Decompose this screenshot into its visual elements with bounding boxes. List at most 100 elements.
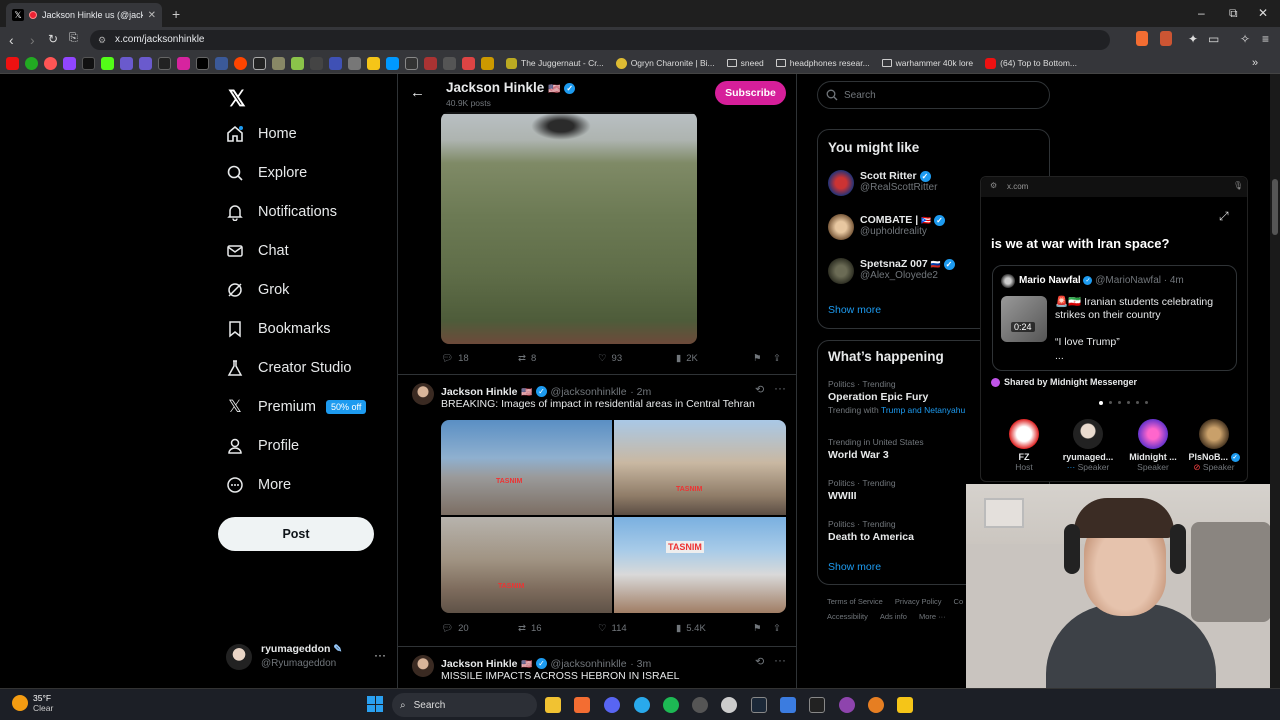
file-explorer-icon[interactable]	[545, 697, 561, 713]
nav-creator-studio[interactable]: Creator Studio	[226, 359, 352, 377]
weather-widget[interactable]: 35°F Clear	[12, 693, 53, 713]
youtube-bookmark-icon[interactable]	[6, 56, 19, 70]
views-button[interactable]: ▮ 5.4K	[676, 623, 706, 634]
s-bookmark-icon[interactable]	[253, 56, 266, 70]
footer-link[interactable]: Privacy Policy	[895, 597, 942, 606]
scrollbar-thumb[interactable]	[1272, 179, 1278, 235]
pinned-post[interactable]: Mario Nawfal ✓ @MarioNawfal · 4m 0:24 🚨🇮…	[992, 265, 1237, 371]
trend-item[interactable]: Politics · Trending Death to America	[828, 519, 914, 543]
browser-tab[interactable]: 𝕏 Jackson Hinkle us (@jacksonhi ✕	[6, 3, 162, 27]
expand-icon[interactable]: ⤢	[1219, 209, 1229, 224]
rose-bookmark-icon[interactable]	[462, 56, 475, 70]
footer-link[interactable]: Terms of Service	[827, 597, 883, 606]
grok-analyze-icon[interactable]: ⟲	[755, 383, 764, 396]
share-icon[interactable]: ⇪	[773, 623, 781, 634]
tweet-image-4[interactable]: TASNIM	[614, 517, 786, 613]
footer-link[interactable]: More ···	[919, 612, 946, 621]
nav-explore[interactable]: Explore	[226, 164, 307, 182]
purple-app-icon[interactable]	[839, 697, 855, 713]
repost-button[interactable]: ⇄ 8	[518, 353, 536, 364]
taskbar-search[interactable]: ⌕ Search	[392, 693, 537, 717]
blue-bookmark-icon[interactable]	[329, 56, 342, 70]
site-info-icon[interactable]: ⚙	[98, 30, 106, 50]
chatgpt-icon[interactable]	[721, 697, 737, 713]
suggestion-spetsnaz[interactable]: SpetsnaZ 007 🇷🇺 ✓ @Alex_Oloyede2	[828, 258, 955, 284]
views-button[interactable]: ▮ 2K	[676, 353, 698, 364]
footer-link[interactable]: Accessibility	[827, 612, 868, 621]
game2-bookmark-icon[interactable]	[272, 56, 285, 70]
windows-start-icon[interactable]	[367, 696, 383, 712]
trend-item[interactable]: Trending in United States World War 3	[828, 437, 924, 461]
p2b-bookmark-icon[interactable]	[139, 56, 152, 70]
trend-item[interactable]: Politics · Trending WWIII	[828, 478, 896, 502]
nav-premium[interactable]: 𝕏 Premium 50% off	[226, 397, 367, 416]
brave-rewards-icon[interactable]	[1160, 31, 1172, 46]
yellow-app-icon[interactable]	[897, 697, 913, 713]
author-avatar[interactable]	[412, 383, 434, 405]
tweet-image-3[interactable]: TASNIM	[441, 517, 612, 613]
carousel-dot[interactable]	[1145, 401, 1148, 404]
trend-item[interactable]: Politics · Trending Operation Epic Fury …	[828, 379, 965, 415]
bookmark-page-icon[interactable]: ⎘	[69, 32, 78, 45]
leo-icon[interactable]: ✧	[1240, 32, 1250, 46]
app-icon[interactable]	[780, 697, 796, 713]
discord-icon[interactable]	[604, 697, 620, 713]
facebook-bookmark-icon[interactable]	[215, 56, 228, 70]
nav-chat[interactable]: Chat	[226, 242, 289, 260]
bookmark-top-to-bottom[interactable]: (64) Top to Bottom...	[985, 57, 1077, 69]
like-button[interactable]: ♡ 93	[598, 353, 622, 364]
chat-bookmark-icon[interactable]	[405, 56, 418, 70]
grid-bookmark-icon[interactable]	[348, 56, 361, 70]
like-button[interactable]: ♡ 114	[598, 623, 627, 634]
carousel-dot[interactable]	[1127, 401, 1130, 404]
sidebar-icon[interactable]: ▭	[1208, 32, 1219, 46]
nav-grok[interactable]: Grok	[226, 281, 289, 299]
cyan-bookmark-icon[interactable]	[386, 56, 399, 70]
show-more-link[interactable]: Show more	[828, 561, 881, 573]
brave-shield-icon[interactable]	[1136, 31, 1148, 46]
tweet-image-hillside[interactable]	[441, 112, 697, 344]
footer-link[interactable]: Ads info	[880, 612, 907, 621]
search-input[interactable]: Search	[817, 81, 1050, 109]
restore-icon[interactable]: ⧉	[1229, 6, 1238, 21]
url-field[interactable]: ⚙ x.com/jacksonhinkle	[90, 30, 1110, 50]
speaker[interactable]: FZ Host	[995, 419, 1053, 472]
reload-icon[interactable]: ↻	[48, 32, 58, 46]
close-tab-icon[interactable]: ✕	[148, 10, 156, 21]
bookmark-tweet-icon[interactable]: ⚑	[753, 353, 762, 364]
nav-notifications[interactable]: Notifications	[226, 203, 337, 221]
author-avatar[interactable]	[412, 655, 434, 677]
menu-icon[interactable]: ≡	[1262, 32, 1269, 46]
suggestion-scott-ritter[interactable]: Scott Ritter ✓ @RealScottRitter	[828, 170, 937, 196]
grok-analyze-icon[interactable]: ⟲	[755, 655, 764, 668]
speaker[interactable]: ryumaged... ··· Speaker	[1053, 419, 1123, 472]
repost-button[interactable]: ⇄ 16	[518, 623, 542, 634]
grey-bookmark-icon[interactable]	[310, 56, 323, 70]
x-bookmark-icon[interactable]	[196, 56, 209, 70]
instagram-bookmark-icon[interactable]	[177, 56, 190, 70]
game-bookmark-icon[interactable]	[44, 56, 57, 70]
carousel-dot[interactable]	[1118, 401, 1121, 404]
tweet-image-2[interactable]: TASNIM	[614, 420, 786, 515]
gold-bookmark-icon[interactable]	[481, 56, 494, 70]
new-tab-button[interactable]: +	[172, 6, 180, 22]
nav-home[interactable]: Home	[226, 125, 297, 143]
kick-bookmark-icon[interactable]	[101, 56, 114, 70]
speaker[interactable]: PlsNoB... ✓ ⊘ Speaker	[1183, 419, 1245, 473]
post-button[interactable]: Post	[218, 517, 374, 551]
p2-bookmark-icon[interactable]	[120, 56, 133, 70]
bookmark-folder-warhammer[interactable]: warhammer 40k lore	[881, 58, 973, 68]
play-bookmark-icon[interactable]	[25, 56, 38, 70]
share-icon[interactable]: ⇪	[773, 353, 781, 364]
reddit-bookmark-icon[interactable]	[234, 56, 247, 70]
spotify-icon[interactable]	[663, 697, 679, 713]
logo-bookmark-icon[interactable]	[291, 56, 304, 70]
show-more-link[interactable]: Show more	[828, 304, 881, 316]
dark-bookmark-icon[interactable]	[443, 56, 456, 70]
popup-mic-icon[interactable]: 🎙︎	[1233, 181, 1243, 190]
bookmark-tweet-icon[interactable]: ⚑	[753, 623, 762, 634]
steam-icon[interactable]	[751, 697, 767, 713]
video-thumbnail[interactable]: 0:24	[1001, 296, 1047, 342]
w-bookmark-icon[interactable]	[158, 56, 171, 70]
account-more-icon[interactable]: ···	[374, 648, 386, 662]
